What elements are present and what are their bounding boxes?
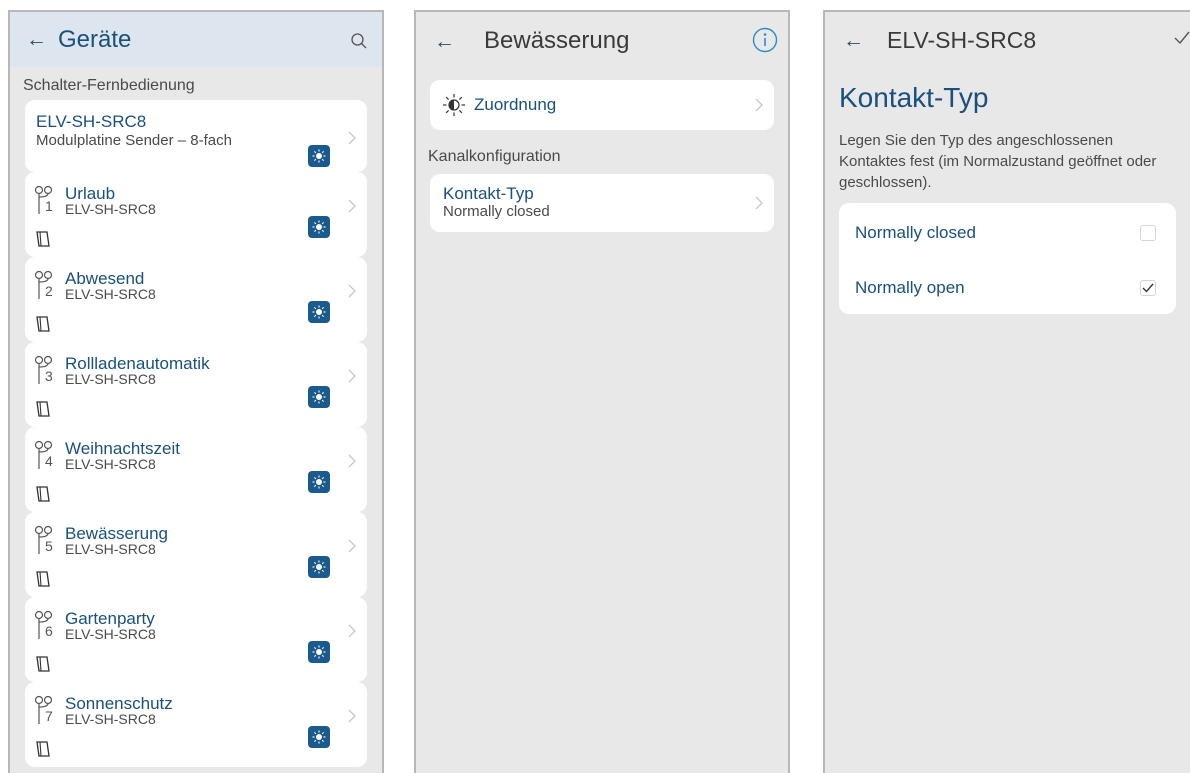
- channel-card[interactable]: 7 Sonnenschutz ELV-SH-SRC8: [25, 682, 367, 767]
- checkbox[interactable]: [1140, 225, 1156, 241]
- option-normally-closed[interactable]: Normally closed: [839, 205, 1176, 260]
- back-arrow-icon[interactable]: ←: [434, 31, 456, 52]
- section-label: Kanalkonfiguration: [428, 148, 561, 165]
- device-name: ELV-SH-SRC8: [36, 112, 147, 131]
- chevron-right-icon: [348, 199, 356, 213]
- checkmark-icon[interactable]: [1174, 30, 1190, 46]
- channel-device: ELV-SH-SRC8: [65, 371, 156, 387]
- sun-badge-icon[interactable]: [308, 145, 330, 167]
- channel-list: 1 Urlaub ELV-SH-SRC8 2 Abwesend ELV-SH-SRC8 3 R…: [10, 172, 382, 767]
- channel-number: 7: [45, 708, 53, 724]
- channel-number: 5: [45, 538, 53, 554]
- channel-number: 1: [45, 198, 53, 214]
- remote-icon: [36, 486, 50, 502]
- section-label: Schalter-Fernbedienung: [23, 77, 195, 94]
- chevron-right-icon: [755, 98, 763, 112]
- channel-device: ELV-SH-SRC8: [65, 626, 156, 642]
- chevron-right-icon: [755, 196, 763, 210]
- sun-badge-icon[interactable]: [308, 301, 330, 323]
- channel-card[interactable]: 5 Bewässerung ELV-SH-SRC8: [25, 512, 367, 597]
- chevron-right-icon: [348, 709, 356, 723]
- remote-icon: [36, 231, 50, 247]
- channel-card[interactable]: 4 Weihnachtszeit ELV-SH-SRC8: [25, 427, 367, 512]
- sun-badge-icon[interactable]: [308, 556, 330, 578]
- assignment-row[interactable]: Zuordnung: [430, 80, 774, 130]
- sun-badge-icon[interactable]: [308, 726, 330, 748]
- page-title: Geräte: [58, 25, 132, 53]
- remote-icon: [36, 741, 50, 757]
- chevron-right-icon: [348, 454, 356, 468]
- screen-contact-type: ← ELV-SH-SRC8 Kontakt-Typ Legen Sie den …: [823, 10, 1190, 773]
- chevron-right-icon: [348, 131, 356, 145]
- sun-badge-icon[interactable]: [308, 471, 330, 493]
- channel-card[interactable]: 3 Rollladenautomatik ELV-SH-SRC8: [25, 342, 367, 427]
- sun-icon: [443, 94, 465, 116]
- checkbox-checked[interactable]: [1140, 280, 1156, 296]
- device-subtitle: Modulplatine Sender – 8-fach: [36, 132, 232, 149]
- chevron-right-icon: [348, 624, 356, 638]
- contact-type-row[interactable]: Kontakt-Typ Normally closed: [430, 174, 774, 232]
- header: ← Bewässerung: [416, 12, 788, 70]
- header: ← Geräte: [10, 12, 382, 67]
- channel-device: ELV-SH-SRC8: [65, 456, 156, 472]
- channel-device: ELV-SH-SRC8: [65, 201, 156, 217]
- channel-number: 4: [45, 453, 53, 469]
- channel-card[interactable]: 2 Abwesend ELV-SH-SRC8: [25, 257, 367, 342]
- sun-badge-icon[interactable]: [308, 386, 330, 408]
- option-normally-open[interactable]: Normally open: [839, 260, 1176, 315]
- search-icon[interactable]: [350, 32, 368, 50]
- remote-icon: [36, 571, 50, 587]
- sun-badge-icon[interactable]: [308, 216, 330, 238]
- channel-card[interactable]: 1 Urlaub ELV-SH-SRC8: [25, 172, 367, 257]
- option-label: Normally open: [855, 277, 965, 297]
- assignment-label: Zuordnung: [474, 95, 557, 114]
- screen-devices: ← Geräte Schalter-Fernbedienung ELV-SH-S…: [8, 10, 384, 773]
- chevron-right-icon: [348, 369, 356, 383]
- channel-device: ELV-SH-SRC8: [65, 541, 156, 557]
- sun-badge-icon[interactable]: [308, 641, 330, 663]
- chevron-right-icon: [348, 284, 356, 298]
- description: Legen Sie den Typ des angeschlossenen Ko…: [839, 132, 1157, 191]
- header: ← ELV-SH-SRC8: [825, 12, 1190, 68]
- channel-device: ELV-SH-SRC8: [65, 286, 156, 302]
- option-label: Normally closed: [855, 222, 976, 242]
- channel-device: ELV-SH-SRC8: [65, 711, 156, 727]
- page-title: Bewässerung: [484, 27, 630, 54]
- channel-number: 2: [45, 283, 53, 299]
- options-card: Normally closed Normally open: [839, 203, 1176, 314]
- remote-icon: [36, 316, 50, 332]
- contact-type-label: Kontakt-Typ: [443, 184, 534, 203]
- device-card[interactable]: ELV-SH-SRC8 Modulplatine Sender – 8-fach: [25, 100, 367, 172]
- channel-number: 3: [45, 368, 53, 384]
- channel-card[interactable]: 6 Gartenparty ELV-SH-SRC8: [25, 597, 367, 682]
- info-icon[interactable]: [752, 27, 778, 53]
- remote-icon: [36, 656, 50, 672]
- back-arrow-icon[interactable]: ←: [26, 29, 48, 50]
- contact-type-value: Normally closed: [443, 203, 550, 220]
- channel-number: 6: [45, 623, 53, 639]
- chevron-right-icon: [348, 539, 356, 553]
- section-heading: Kontakt-Typ: [839, 82, 989, 113]
- checkmark-icon: [1142, 283, 1154, 293]
- remote-icon: [36, 401, 50, 417]
- back-arrow-icon[interactable]: ←: [843, 30, 865, 51]
- screen-channel: ← Bewässerung Zuordnung Kanalkonfigurati…: [414, 10, 790, 773]
- page-title: ELV-SH-SRC8: [887, 26, 1037, 53]
